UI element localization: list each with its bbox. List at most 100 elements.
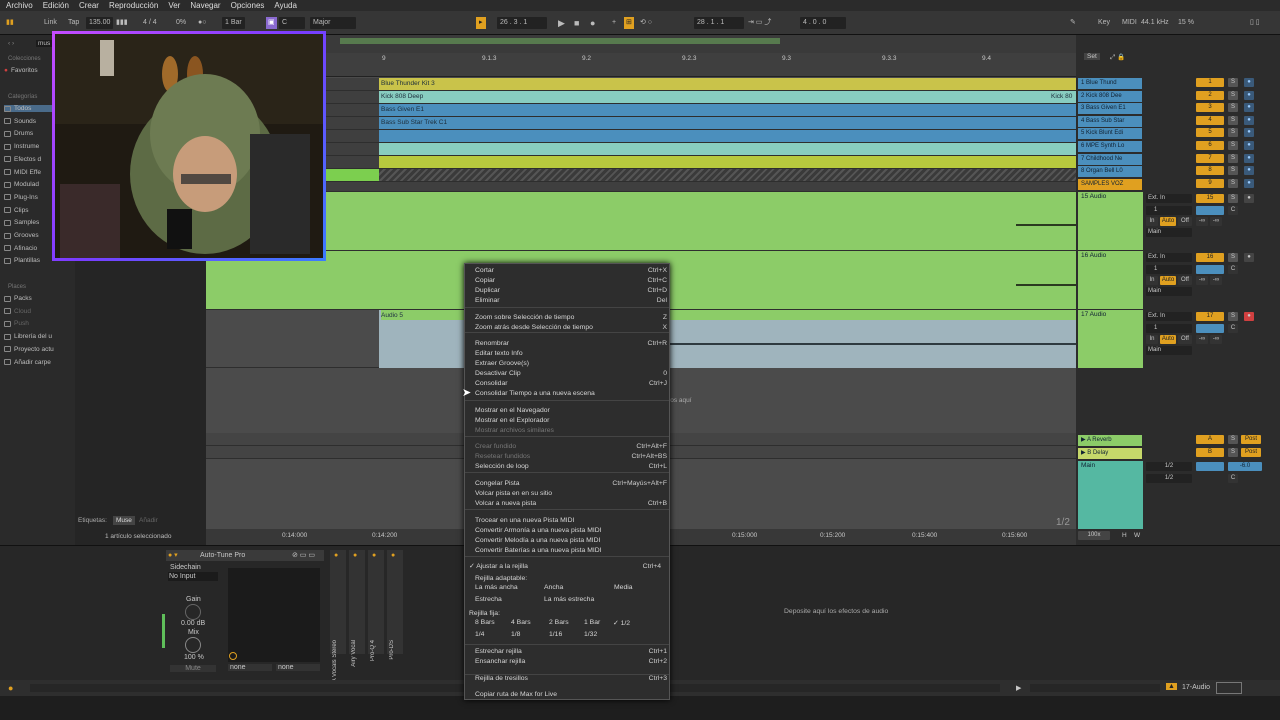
solo-button[interactable]: S — [1228, 103, 1238, 113]
audio-mixer-track[interactable]: 15 Audio Ext. In 1 In Auto Off Main 15 S ● C -∞ -∞ — [1076, 192, 1280, 250]
follow-icon[interactable]: ▸ — [476, 17, 486, 29]
menu-item[interactable]: Mostrar en el Navegador — [475, 406, 667, 416]
menu-item[interactable]: Copiar Ctrl+C — [475, 276, 667, 286]
output-select[interactable]: Main — [1146, 346, 1192, 355]
track-activator[interactable]: 5 — [1196, 128, 1224, 138]
device-header[interactable]: ● ▾ Auto-Tune Pro ⊘ ▭ ▭ — [166, 550, 324, 561]
link-button[interactable]: Link — [44, 17, 57, 29]
menu-ayuda[interactable]: Ayuda — [274, 1, 297, 10]
pan-field[interactable]: C — [1228, 324, 1238, 333]
place-item[interactable]: Librería del u — [4, 333, 52, 340]
place-item[interactable]: Añadir carpe — [4, 359, 51, 366]
menu-navegar[interactable]: Navegar — [190, 1, 220, 10]
fixed-grid-option[interactable]: 1/16 — [549, 631, 562, 638]
plugin-rack[interactable]: ● Airy Vocal — [349, 550, 365, 667]
solo-button[interactable]: S — [1228, 115, 1238, 125]
menu-item[interactable]: Desactivar Clip 0 — [475, 369, 667, 379]
menu-edicion[interactable]: Edición — [43, 1, 69, 10]
mute-button[interactable]: Mute — [170, 665, 216, 672]
menu-ver[interactable]: Ver — [168, 1, 180, 10]
category-item[interactable]: Samples — [4, 219, 39, 226]
routing-select[interactable]: none — [228, 664, 272, 671]
plugin-rack[interactable]: ● Pro-DS — [387, 550, 403, 660]
arm-icon[interactable]: ● — [1244, 90, 1254, 100]
track-lane[interactable] — [206, 156, 1076, 169]
send-b[interactable]: -∞ — [1210, 335, 1222, 344]
category-item[interactable]: Plantillas — [4, 257, 40, 264]
fixed-grid-option[interactable]: 2 Bars — [549, 619, 569, 626]
plugin-display[interactable] — [228, 568, 320, 662]
audio-mixer-track[interactable]: 16 Audio Ext. In 1 In Auto Off Main 16 S ● C -∞ -∞ — [1076, 251, 1280, 309]
adaptive-grid-option[interactable]: La más ancha — [475, 584, 518, 591]
adaptive-grid-option[interactable]: La más estrecha — [544, 596, 594, 603]
tempo-field[interactable]: 135.00 — [86, 17, 114, 29]
stop-icon[interactable]: ■ — [574, 17, 579, 29]
clip[interactable] — [379, 130, 1076, 142]
loop-start-field[interactable]: 28 . 1 . 1 — [694, 17, 744, 29]
warning-icon[interactable]: ● — [8, 683, 13, 693]
solo-button[interactable]: S — [1228, 448, 1238, 457]
pan-field[interactable]: C — [1228, 206, 1238, 215]
menu-item[interactable]: Volcar a nueva pista Ctrl+B — [475, 499, 667, 509]
track-activator[interactable]: 17 — [1196, 312, 1224, 321]
time-ruler[interactable]: 9 9.1.3 9.2 9.2.3 9.3 9.3.3 9.4 — [206, 53, 1076, 77]
input-channel-select[interactable]: 1 — [1146, 265, 1192, 274]
place-item[interactable]: Push — [4, 320, 29, 327]
track-lane[interactable] — [206, 169, 1076, 182]
fixed-grid-option[interactable]: 1 Bar — [584, 619, 600, 626]
mixer-track[interactable]: 8 Organ Bell L0 8 S ● — [1076, 166, 1280, 178]
solo-button[interactable]: S — [1228, 90, 1238, 100]
input-type-select[interactable]: Ext. In — [1146, 253, 1192, 262]
track-activator[interactable]: 15 — [1196, 194, 1224, 203]
return-track[interactable]: ▶ B Delay B S Post — [1076, 448, 1280, 460]
menu-item[interactable]: Crear fundido Ctrl+Alt+F — [475, 442, 667, 452]
fixed-grid-option[interactable]: 8 Bars — [475, 619, 495, 626]
return-name[interactable]: ▶ A Reverb — [1078, 435, 1142, 446]
volume-field[interactable] — [1196, 206, 1224, 215]
power-icon[interactable]: ● — [334, 552, 338, 559]
monitor-off[interactable]: Off — [1178, 276, 1192, 285]
metronome-bars-icon[interactable]: ▮▮▮ — [116, 17, 128, 29]
solo-button[interactable]: S — [1228, 78, 1238, 87]
menu-item[interactable]: ✓ Ajustar a la rejilla Ctrl+4 — [469, 562, 661, 572]
track-lane[interactable] — [206, 143, 1076, 156]
input-channel-select[interactable]: 1 — [1146, 324, 1192, 333]
fixed-grid-option[interactable]: 1/8 — [511, 631, 520, 638]
input-type-select[interactable]: Ext. In — [1146, 194, 1192, 203]
capture-icon[interactable]: ⟲ ○ — [640, 17, 652, 29]
menu-item[interactable]: Rejilla de tresillos Ctrl+3 — [475, 674, 667, 684]
menu-item[interactable]: Ensanchar rejilla Ctrl+2 — [475, 657, 667, 667]
track-activator[interactable]: 7 — [1196, 153, 1224, 163]
h-button[interactable]: H — [1122, 532, 1127, 539]
menu-crear[interactable]: Crear — [79, 1, 99, 10]
category-item[interactable]: Clips — [4, 207, 28, 214]
category-item[interactable]: Sounds — [4, 118, 36, 125]
category-item[interactable]: Modulad — [4, 181, 39, 188]
mixer-track[interactable]: SAMPLES VOZ 9 S ● — [1076, 178, 1280, 191]
solo-button[interactable]: S — [1228, 141, 1238, 150]
fixed-grid-option[interactable]: 1/32 — [584, 631, 597, 638]
arm-icon[interactable]: ● — [1244, 115, 1254, 125]
expand-icon[interactable]: ⤢ 🔒 — [1110, 53, 1125, 62]
w-button[interactable]: W — [1134, 532, 1140, 539]
arm-icon[interactable]: ● — [1244, 128, 1254, 138]
master-db[interactable]: -6.0 — [1228, 462, 1262, 471]
track-activator[interactable]: 6 — [1196, 141, 1224, 150]
clip-empty[interactable] — [379, 169, 1076, 181]
send-a[interactable]: -∞ — [1196, 217, 1208, 226]
io-icon[interactable]: ▯ ▯ — [1250, 17, 1260, 29]
input-channel-select[interactable]: 1 — [1146, 206, 1192, 215]
arm-icon[interactable]: ● — [1244, 103, 1254, 113]
menu-item[interactable]: Zoom sobre Selección de tiempo Z — [475, 313, 667, 323]
play-icon[interactable]: ▶ — [558, 17, 565, 29]
mini-overview[interactable] — [1030, 684, 1160, 692]
key-select[interactable]: C — [279, 17, 305, 29]
place-item[interactable]: Cloud — [4, 308, 31, 315]
track-name[interactable]: 3 Bass Given E1 — [1078, 103, 1142, 115]
audio-track-lane[interactable] — [206, 192, 1076, 251]
mix-knob[interactable] — [185, 637, 201, 653]
solo-button[interactable]: S — [1228, 312, 1238, 321]
overview-strip[interactable] — [206, 35, 1076, 55]
solo-button[interactable]: S — [1228, 153, 1238, 163]
master-volume[interactable] — [1196, 462, 1224, 471]
